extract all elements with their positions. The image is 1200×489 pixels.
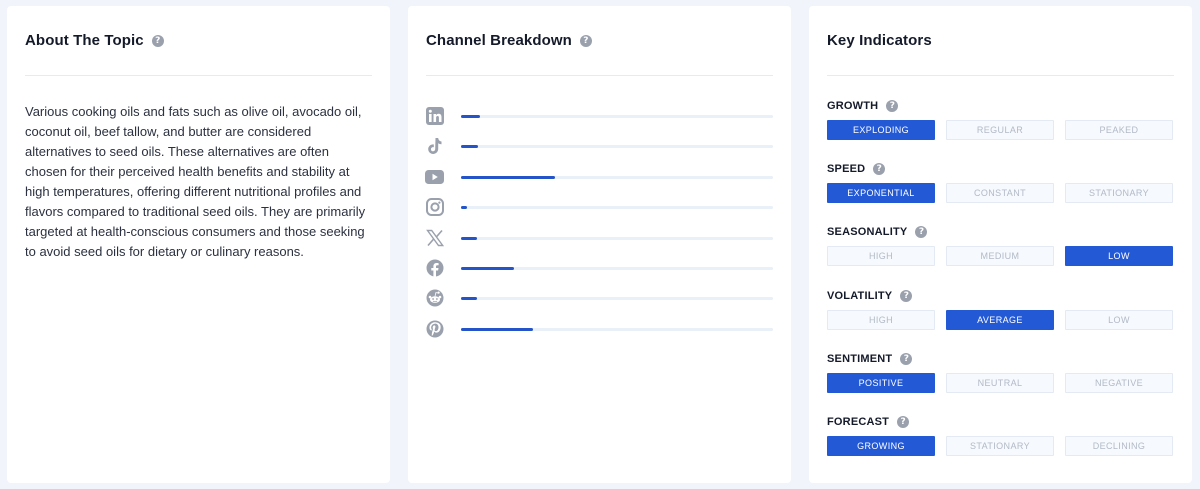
channel-bar-fill	[461, 145, 478, 149]
indicator-label: SENTIMENT	[827, 352, 893, 365]
indicator-option-average[interactable]: AVERAGE	[946, 309, 1054, 330]
indicator-options: HIGH MEDIUM LOW	[827, 246, 1173, 267]
divider	[426, 75, 773, 76]
instagram-icon	[425, 198, 444, 217]
help-icon[interactable]: ?	[900, 289, 913, 302]
help-icon[interactable]: ?	[897, 416, 910, 428]
reddit-icon	[425, 289, 444, 308]
about-topic-title: About The Topic	[25, 32, 144, 49]
channel-bar-track	[461, 175, 773, 179]
channel-breakdown-title: Channel Breakdown	[426, 32, 572, 49]
indicator-option-growing[interactable]: GROWING	[827, 436, 935, 456]
indicator-options: EXPONENTIAL CONSTANT STATIONARY	[827, 183, 1173, 204]
indicator-option-high[interactable]: HIGH	[827, 246, 935, 267]
indicator-label: GROWTH	[827, 100, 879, 112]
x-icon	[425, 228, 444, 247]
channel-breakdown-card: Channel Breakdown ?	[408, 6, 791, 483]
indicator-label-row: SPEED?	[827, 162, 1174, 176]
divider	[25, 75, 372, 76]
indicator-option-low[interactable]: LOW	[1065, 309, 1173, 330]
indicator-growth: GROWTH? EXPLODING REGULAR PEAKED	[827, 99, 1174, 140]
channel-breakdown-header: Channel Breakdown ?	[426, 32, 592, 49]
channel-bar-track	[461, 115, 773, 118]
about-topic-description: Various cooking oils and fats such as ol…	[25, 104, 366, 259]
help-icon[interactable]: ?	[873, 163, 886, 176]
about-topic-card: About The Topic ? Various cooking oils a…	[7, 6, 390, 483]
channel-row	[425, 136, 773, 156]
indicator-option-declining[interactable]: DECLINING	[1065, 436, 1173, 456]
channel-bar-track	[461, 327, 773, 331]
indicator-label-row: SEASONALITY?	[827, 225, 1174, 239]
channel-bar-fill	[461, 206, 467, 210]
indicator-option-positive[interactable]: POSITIVE	[827, 372, 935, 393]
indicator-options: GROWING STATIONARY DECLINING	[827, 436, 1173, 456]
indicator-option-stationary[interactable]: STATIONARY	[946, 436, 1054, 456]
linkedin-icon	[425, 107, 444, 126]
channel-row	[425, 197, 773, 217]
indicator-volatility: VOLATILITY? HIGH AVERAGE LOW	[827, 289, 1174, 330]
indicator-sentiment: SENTIMENT? POSITIVE NEUTRAL NEGATIVE	[827, 352, 1174, 393]
indicator-options: HIGH AVERAGE LOW	[827, 309, 1173, 330]
indicator-option-medium[interactable]: MEDIUM	[946, 246, 1054, 267]
indicator-forecast: FORECAST? GROWING STATIONARY DECLINING	[827, 415, 1174, 456]
help-icon[interactable]: ?	[886, 100, 899, 112]
indicator-option-constant[interactable]: CONSTANT	[946, 183, 1054, 204]
help-icon[interactable]: ?	[915, 226, 928, 239]
youtube-icon	[425, 167, 444, 186]
divider	[827, 75, 1174, 76]
indicator-options: EXPLODING REGULAR PEAKED	[827, 120, 1173, 140]
key-indicators-header: Key Indicators	[827, 32, 932, 49]
channel-bar-track	[461, 236, 773, 240]
indicator-option-low[interactable]: LOW	[1065, 246, 1173, 267]
indicator-option-peaked[interactable]: PEAKED	[1065, 120, 1173, 140]
indicator-option-negative[interactable]: NEGATIVE	[1065, 372, 1173, 393]
channel-bar-fill	[461, 236, 477, 240]
channel-bar-track	[461, 206, 773, 210]
tiktok-icon	[425, 137, 444, 156]
channel-row	[425, 319, 773, 339]
indicator-label-row: VOLATILITY?	[827, 289, 1174, 303]
facebook-icon	[425, 259, 444, 278]
channel-bar-track	[461, 297, 773, 301]
channel-bar-fill	[461, 327, 533, 331]
channel-bar-fill	[461, 267, 514, 270]
indicator-label: SEASONALITY	[827, 226, 908, 239]
indicator-option-regular[interactable]: REGULAR	[946, 120, 1054, 140]
channel-bar-fill	[461, 175, 555, 179]
about-topic-header: About The Topic ?	[25, 32, 164, 49]
indicator-label: VOLATILITY	[827, 289, 893, 302]
channel-bar-track	[461, 145, 773, 149]
indicator-option-exponential[interactable]: EXPONENTIAL	[827, 183, 935, 204]
channel-bar-fill	[461, 297, 477, 301]
indicator-label-row: SENTIMENT?	[827, 352, 1174, 366]
key-indicators-title: Key Indicators	[827, 32, 932, 49]
channel-row	[425, 288, 773, 308]
indicator-label-row: FORECAST?	[827, 415, 1174, 429]
channel-row	[425, 106, 773, 126]
channel-bar-track	[461, 267, 773, 270]
help-icon[interactable]: ?	[900, 352, 913, 365]
indicator-speed: SPEED? EXPONENTIAL CONSTANT STATIONARY	[827, 162, 1174, 204]
channel-row	[425, 167, 773, 187]
indicator-option-exploding[interactable]: EXPLODING	[827, 120, 935, 140]
pinterest-icon	[425, 319, 444, 338]
indicator-label: SPEED	[827, 163, 866, 176]
help-icon[interactable]: ?	[151, 34, 164, 47]
indicator-option-high[interactable]: HIGH	[827, 309, 935, 330]
channel-row	[425, 258, 773, 278]
channel-bar-fill	[461, 115, 480, 118]
key-indicators-card: Key Indicators GROWTH? EXPLODING REGULAR PE…	[809, 6, 1192, 483]
channel-row	[425, 228, 773, 248]
indicator-seasonality: SEASONALITY? HIGH MEDIUM LOW	[827, 225, 1174, 267]
indicator-option-stationary[interactable]: STATIONARY	[1065, 183, 1173, 204]
indicator-option-neutral[interactable]: NEUTRAL	[946, 372, 1054, 393]
indicator-label: FORECAST	[827, 416, 890, 428]
indicator-options: POSITIVE NEUTRAL NEGATIVE	[827, 372, 1173, 393]
help-icon[interactable]: ?	[579, 34, 592, 47]
indicator-label-row: GROWTH?	[827, 99, 1174, 113]
